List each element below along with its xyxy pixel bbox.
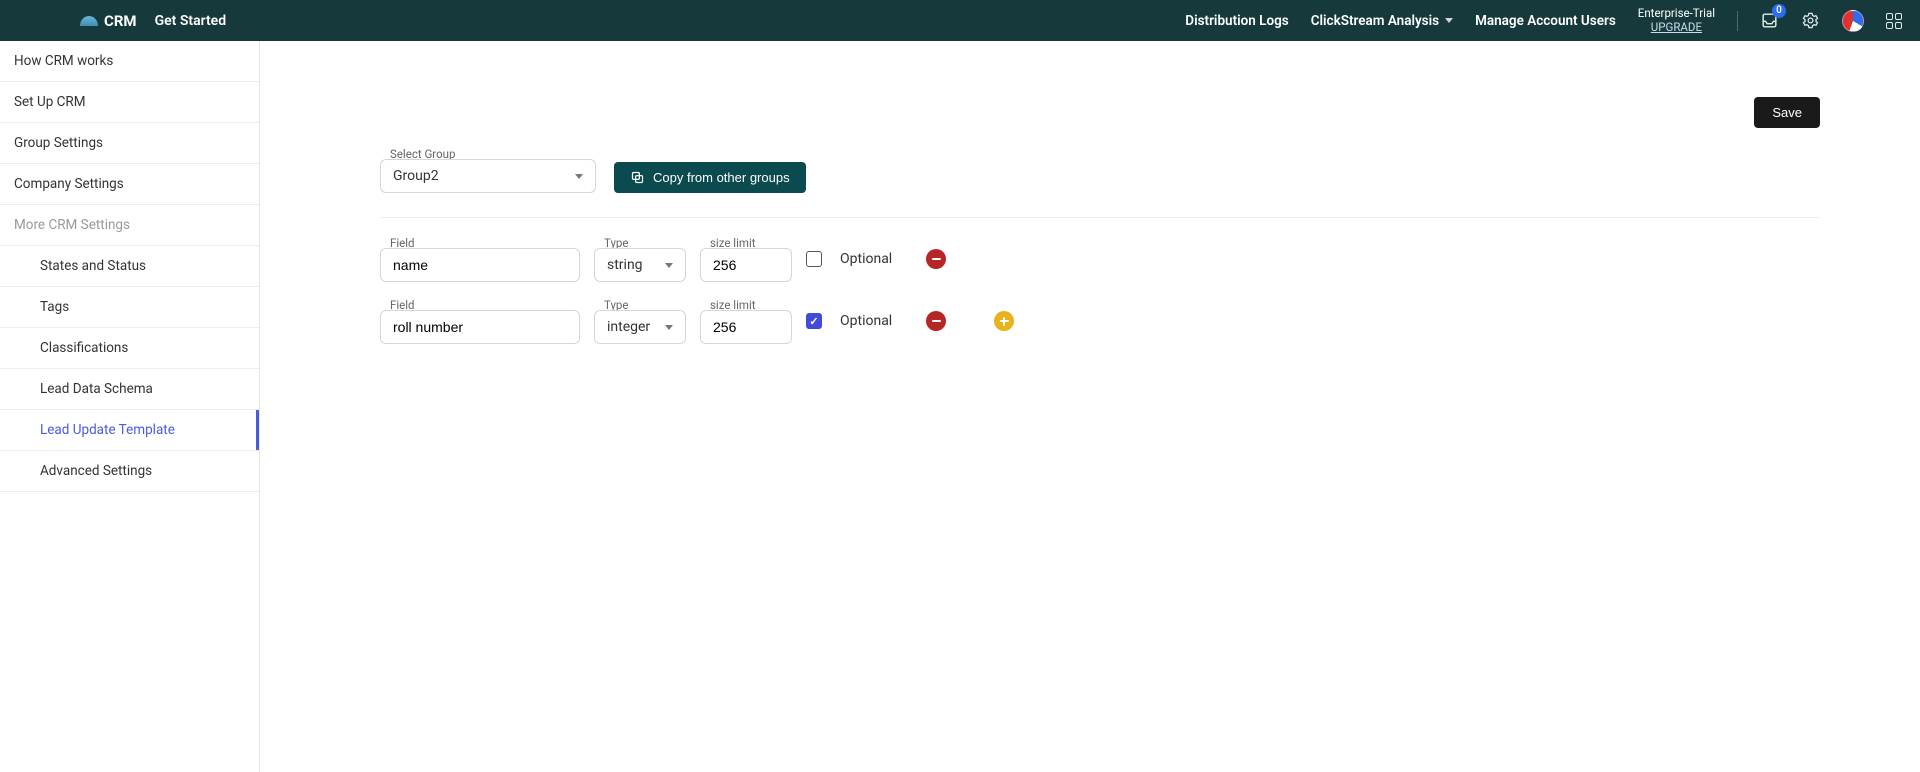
nav-distribution-logs[interactable]: Distribution Logs xyxy=(1185,13,1288,29)
field-name-input[interactable] xyxy=(380,310,580,344)
optional-checkbox[interactable] xyxy=(806,251,822,267)
sidebar-item-classifications[interactable]: Classifications xyxy=(0,328,259,369)
size-limit-input[interactable] xyxy=(700,310,792,344)
divider xyxy=(380,217,1820,218)
select-group-wrap: Select Group Group2 xyxy=(380,147,596,193)
type-select-wrap: Type integer xyxy=(594,298,686,344)
chevron-down-icon xyxy=(575,174,583,179)
sidebar-item-tags[interactable]: Tags xyxy=(0,287,259,328)
sidebar-item-group-settings[interactable]: Group Settings xyxy=(0,123,259,164)
sidebar-item-company-settings[interactable]: Company Settings xyxy=(0,164,259,205)
select-group-value: Group2 xyxy=(393,168,439,184)
trial-block: Enterprise-Trial UPGRADE xyxy=(1638,7,1715,33)
copy-button-label: Copy from other groups xyxy=(653,170,790,185)
field-name-input[interactable] xyxy=(380,248,580,282)
apps-icon-cell xyxy=(1886,13,1893,20)
save-button[interactable]: Save xyxy=(1754,97,1820,128)
sidebar-heading-more: More CRM Settings xyxy=(0,205,259,246)
sidebar-item-how-works[interactable]: How CRM works xyxy=(0,41,259,82)
type-select[interactable]: integer xyxy=(594,310,686,344)
optional-label: Optional xyxy=(840,251,892,267)
apps-icon-cell xyxy=(1895,13,1902,20)
remove-row-button[interactable] xyxy=(926,311,946,331)
schema-row: Field Type integer size limit Optional xyxy=(380,290,1820,352)
topbar-left: CRM Get Started xyxy=(80,12,226,30)
nav-clickstream-analysis[interactable]: ClickStream Analysis xyxy=(1311,13,1453,29)
sidebar-item-advanced-settings[interactable]: Advanced Settings xyxy=(0,451,259,492)
main-content: Save Select Group Group2 Copy from other… xyxy=(260,41,1920,772)
chevron-down-icon xyxy=(665,325,673,330)
remove-row-button[interactable] xyxy=(926,249,946,269)
top-bar: CRM Get Started Distribution Logs ClickS… xyxy=(0,0,1920,41)
schema-row: Field Type string size limit Optional xyxy=(380,228,1820,290)
nav-get-started[interactable]: Get Started xyxy=(155,13,227,29)
product-logo-icon xyxy=(80,16,98,26)
size-limit-input[interactable] xyxy=(700,248,792,282)
type-value: integer xyxy=(607,319,650,335)
copy-icon xyxy=(630,170,645,185)
nav-manage-account-users[interactable]: Manage Account Users xyxy=(1475,13,1616,29)
sidebar: How CRM works Set Up CRM Group Settings … xyxy=(0,41,260,772)
optional-label: Optional xyxy=(840,313,892,329)
page-body: How CRM works Set Up CRM Group Settings … xyxy=(0,41,1920,772)
chevron-down-icon xyxy=(1445,18,1453,23)
size-input-wrap: size limit xyxy=(700,236,792,282)
save-row: Save xyxy=(1754,97,1820,128)
copy-from-other-groups-button[interactable]: Copy from other groups xyxy=(614,162,806,193)
settings-button[interactable] xyxy=(1801,11,1820,30)
apps-button[interactable] xyxy=(1886,13,1902,29)
inbox-button[interactable]: 0 xyxy=(1760,11,1779,30)
trial-label: Enterprise-Trial xyxy=(1638,7,1715,20)
inbox-badge: 0 xyxy=(1772,4,1786,18)
avatar[interactable] xyxy=(1842,10,1864,32)
add-row-button[interactable] xyxy=(994,311,1014,331)
product-logo[interactable]: CRM xyxy=(80,12,137,30)
apps-icon-cell xyxy=(1895,22,1902,29)
sidebar-item-setup[interactable]: Set Up CRM xyxy=(0,82,259,123)
optional-checkbox[interactable] xyxy=(806,313,822,329)
chevron-down-icon xyxy=(665,263,673,268)
field-input-wrap: Field xyxy=(380,298,580,344)
product-name: CRM xyxy=(104,12,137,30)
size-input-wrap: size limit xyxy=(700,298,792,344)
sidebar-item-states-status[interactable]: States and Status xyxy=(0,246,259,287)
upgrade-link[interactable]: UPGRADE xyxy=(1651,21,1702,34)
field-input-wrap: Field xyxy=(380,236,580,282)
group-selector-row: Select Group Group2 Copy from other grou… xyxy=(380,147,1820,193)
gear-icon xyxy=(1801,11,1820,30)
sidebar-item-lead-schema[interactable]: Lead Data Schema xyxy=(0,369,259,410)
topbar-right: Distribution Logs ClickStream Analysis M… xyxy=(1185,7,1902,33)
type-value: string xyxy=(607,257,643,273)
apps-icon-cell xyxy=(1886,22,1893,29)
type-select-wrap: Type string xyxy=(594,236,686,282)
type-select[interactable]: string xyxy=(594,248,686,282)
nav-clickstream-label: ClickStream Analysis xyxy=(1311,13,1439,29)
sidebar-item-lead-update-template[interactable]: Lead Update Template xyxy=(0,410,259,451)
divider xyxy=(1737,11,1738,31)
select-group-dropdown[interactable]: Group2 xyxy=(380,159,596,193)
